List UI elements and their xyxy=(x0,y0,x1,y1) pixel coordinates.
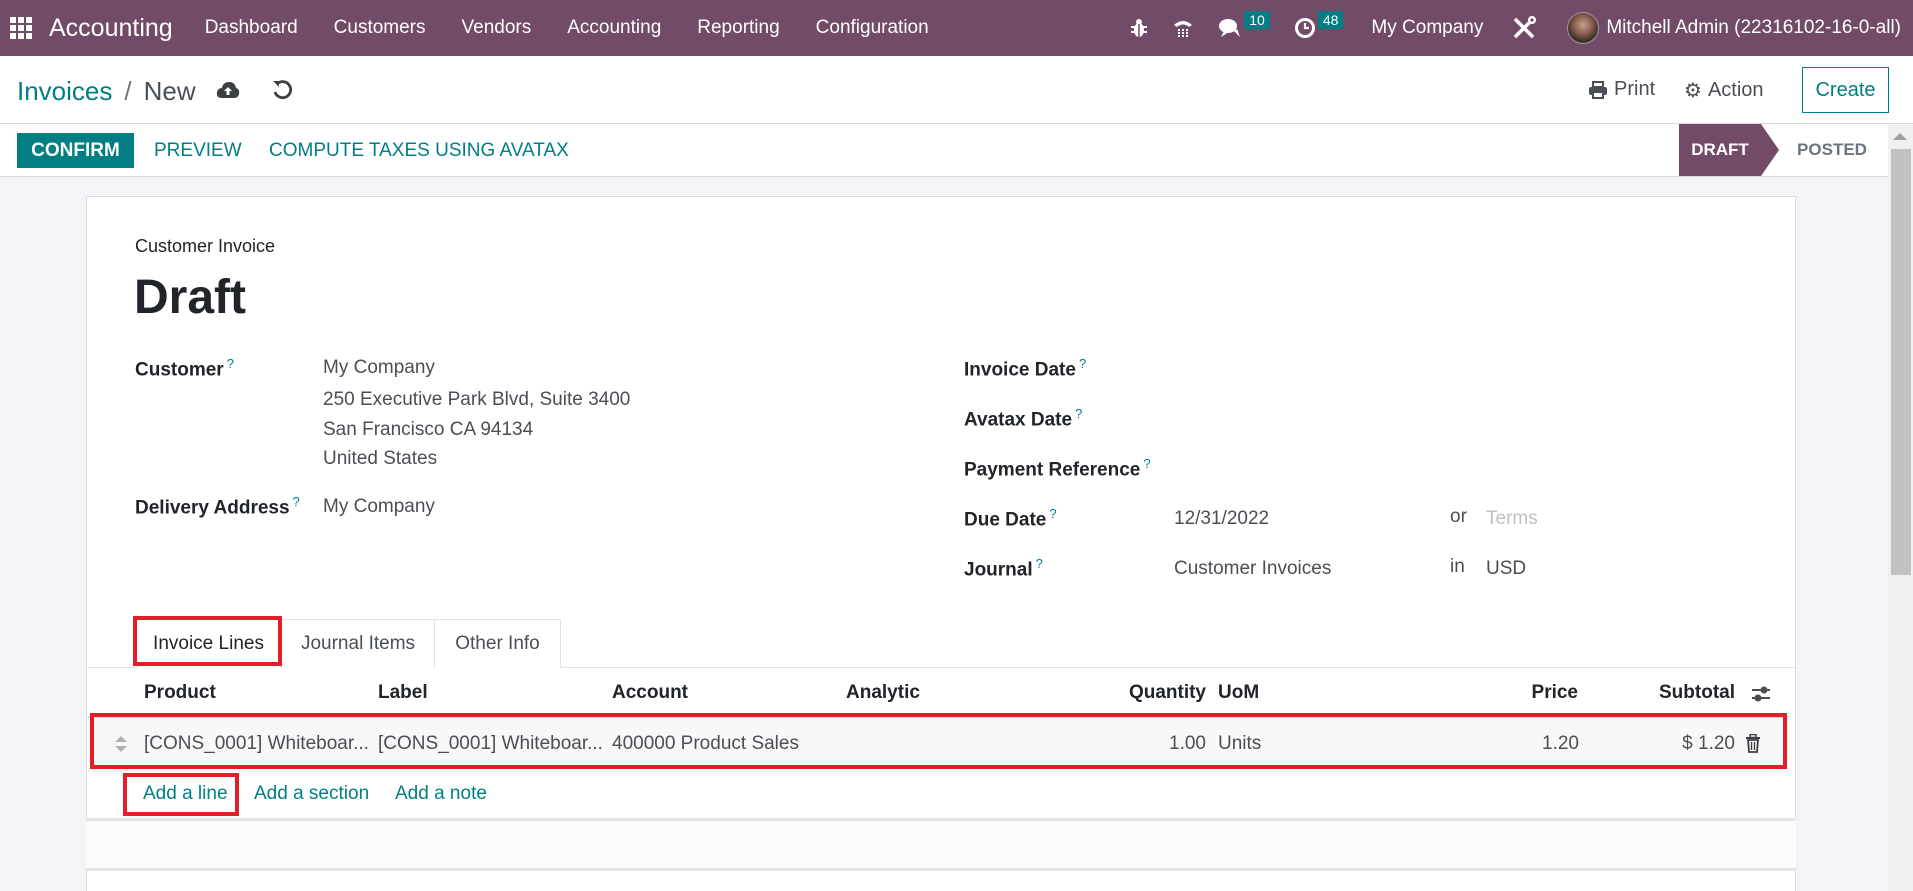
scroll-up-arrow-icon[interactable] xyxy=(1893,133,1907,140)
add-a-note-link[interactable]: Add a note xyxy=(395,783,487,805)
delivery-address-label: Delivery Address? xyxy=(135,494,300,519)
tools-icon[interactable] xyxy=(1511,15,1537,41)
due-date-input[interactable]: 12/31/2022 xyxy=(1174,508,1269,530)
invoice-date-input[interactable] xyxy=(1172,352,1752,382)
messages-icon[interactable]: 10 xyxy=(1218,11,1270,39)
invoice-title: Draft xyxy=(134,271,247,324)
column-subtotal[interactable]: Subtotal xyxy=(1620,682,1735,704)
help-icon[interactable]: ? xyxy=(1036,556,1043,571)
print-button[interactable]: Print xyxy=(1588,78,1655,101)
systray: 10 48 My Company Mitchell Admin (2231610… xyxy=(1118,0,1901,56)
footer-divider xyxy=(86,868,1796,871)
customer-label-text: Customer xyxy=(135,359,224,381)
control-panel: Invoices / New Print ⚙ Action Create xyxy=(0,56,1913,124)
menu-configuration[interactable]: Configuration xyxy=(798,17,947,39)
due-date-label-text: Due Date xyxy=(964,509,1047,531)
currency-field[interactable]: USD xyxy=(1486,558,1526,580)
avatax-date-label: Avatax Date? xyxy=(964,406,1082,431)
breadcrumb-invoices[interactable]: Invoices xyxy=(17,76,112,107)
main-menu: Dashboard Customers Vendors Accounting R… xyxy=(187,17,947,39)
discard-undo-icon[interactable] xyxy=(270,78,294,102)
tab-other-info[interactable]: Other Info xyxy=(434,619,561,668)
column-price[interactable]: Price xyxy=(1480,682,1578,704)
help-icon[interactable]: ? xyxy=(1143,456,1150,471)
menu-vendors[interactable]: Vendors xyxy=(444,17,550,39)
menu-reporting[interactable]: Reporting xyxy=(679,17,797,39)
breadcrumb-separator: / xyxy=(124,76,132,106)
invoice-date-label: Invoice Date? xyxy=(964,356,1086,381)
tab-journal-items[interactable]: Journal Items xyxy=(281,619,435,668)
save-cloud-icon[interactable] xyxy=(216,80,240,100)
payment-reference-label: Payment Reference? xyxy=(964,456,1151,481)
due-date-or-text: or xyxy=(1450,506,1467,527)
due-date-label: Due Date? xyxy=(964,506,1057,531)
compute-taxes-avatax-button[interactable]: COMPUTE TAXES USING AVATAX xyxy=(269,133,569,168)
customer-address-line-2: San Francisco CA 94134 xyxy=(323,419,534,440)
create-button[interactable]: Create xyxy=(1802,67,1889,113)
avatax-date-input[interactable] xyxy=(1172,402,1752,432)
help-icon[interactable]: ? xyxy=(1075,406,1082,421)
help-icon[interactable]: ? xyxy=(1079,356,1086,371)
journal-in-text: in xyxy=(1450,556,1465,577)
printer-icon xyxy=(1589,80,1607,99)
customer-address-line-3: United States xyxy=(323,448,438,469)
add-a-section-link[interactable]: Add a section xyxy=(254,783,369,805)
column-account[interactable]: Account xyxy=(612,682,688,704)
debug-bug-icon[interactable] xyxy=(1130,18,1148,38)
status-bar: CONFIRM PREVIEW COMPUTE TAXES USING AVAT… xyxy=(0,124,1913,177)
delivery-address-label-text: Delivery Address xyxy=(135,497,290,519)
menu-customers[interactable]: Customers xyxy=(316,17,444,39)
menu-accounting[interactable]: Accounting xyxy=(549,17,679,39)
column-label[interactable]: Label xyxy=(378,682,428,704)
help-icon[interactable]: ? xyxy=(293,494,300,509)
customer-label: Customer? xyxy=(135,356,234,381)
messages-badge: 10 xyxy=(1244,11,1270,29)
payment-terms-input[interactable]: Terms xyxy=(1486,508,1538,530)
journal-label: Journal? xyxy=(964,556,1043,581)
customer-field[interactable]: My Company xyxy=(323,357,435,379)
avatax-date-label-text: Avatax Date xyxy=(964,409,1073,431)
preview-button[interactable]: PREVIEW xyxy=(154,133,242,168)
help-icon[interactable]: ? xyxy=(227,356,234,371)
table-footer xyxy=(86,818,1796,868)
breadcrumb-current: New xyxy=(143,76,196,106)
user-menu[interactable]: Mitchell Admin (22316102-16-0-all) xyxy=(1606,17,1901,39)
journal-field[interactable]: Customer Invoices xyxy=(1174,558,1331,580)
optional-columns-toggle-icon[interactable] xyxy=(1750,683,1772,710)
payment-reference-input[interactable] xyxy=(1172,452,1752,482)
menu-dashboard[interactable]: Dashboard xyxy=(187,17,316,39)
column-quantity[interactable]: Quantity xyxy=(1100,682,1206,704)
user-avatar[interactable] xyxy=(1567,12,1600,44)
highlight-invoice-lines-tab xyxy=(133,616,282,666)
print-label: Print xyxy=(1614,78,1656,100)
breadcrumb: Invoices / New xyxy=(17,76,196,107)
phone-icon[interactable] xyxy=(1172,17,1194,39)
scrollbar-thumb[interactable] xyxy=(1891,149,1911,575)
confirm-button[interactable]: CONFIRM xyxy=(17,133,134,168)
company-switcher[interactable]: My Company xyxy=(1371,17,1483,39)
activities-clock-icon[interactable]: 48 xyxy=(1294,11,1344,39)
help-icon[interactable]: ? xyxy=(1049,506,1056,521)
gear-icon: ⚙ xyxy=(1684,80,1702,102)
highlight-add-a-line xyxy=(123,773,239,816)
action-button[interactable]: ⚙ Action xyxy=(1684,78,1764,103)
stage-draft[interactable]: DRAFT xyxy=(1679,124,1779,176)
journal-label-text: Journal xyxy=(964,559,1033,581)
apps-menu-icon[interactable] xyxy=(10,17,32,39)
payment-reference-label-text: Payment Reference xyxy=(964,459,1141,481)
top-navbar: Accounting Dashboard Customers Vendors A… xyxy=(0,0,1913,56)
highlight-invoice-line-row xyxy=(90,713,1787,769)
document-type: Customer Invoice xyxy=(135,236,276,256)
customer-address-line-1: 250 Executive Park Blvd, Suite 3400 xyxy=(323,389,631,410)
invoice-date-label-text: Invoice Date xyxy=(964,359,1076,381)
delivery-address-field[interactable]: My Company xyxy=(323,496,435,518)
stage-posted[interactable]: POSTED xyxy=(1782,124,1882,176)
action-label: Action xyxy=(1707,79,1764,101)
column-analytic[interactable]: Analytic xyxy=(846,682,920,704)
app-name[interactable]: Accounting xyxy=(49,14,173,43)
column-product[interactable]: Product xyxy=(144,682,216,704)
column-uom[interactable]: UoM xyxy=(1218,682,1259,704)
activities-badge: 48 xyxy=(1317,11,1344,29)
